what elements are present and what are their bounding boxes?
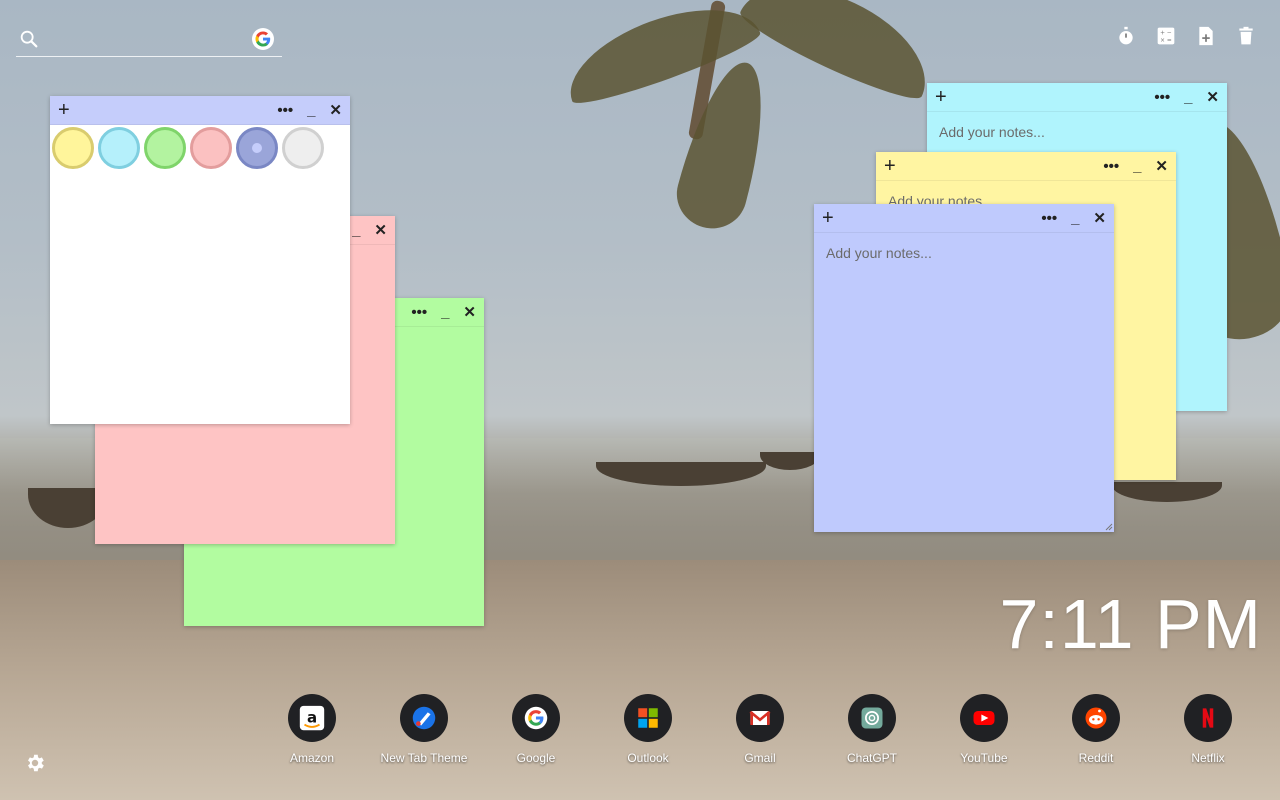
search-icon[interactable] xyxy=(18,28,40,50)
color-swatch-white[interactable] xyxy=(282,127,324,169)
note-controls: ••• _ ✕ xyxy=(1103,152,1168,180)
svg-text:a: a xyxy=(307,709,317,727)
new-note-icon[interactable] xyxy=(1196,24,1216,48)
note-header: + ••• _ ✕ xyxy=(927,83,1227,112)
shortcut-label: Google xyxy=(516,751,556,765)
chatgpt-icon xyxy=(848,694,896,742)
svg-text:+ −: + − xyxy=(1160,30,1172,36)
shortcut-amazon[interactable]: a Amazon xyxy=(256,694,368,765)
note-close-button[interactable]: ✕ xyxy=(1093,209,1106,227)
shortcut-chatgpt[interactable]: ChatGPT xyxy=(816,694,928,765)
color-palette xyxy=(50,125,350,169)
new-tab-theme-icon xyxy=(400,694,448,742)
note-minimize-button[interactable]: _ xyxy=(352,222,360,239)
palm-frond xyxy=(555,0,765,113)
shortcut-netflix[interactable]: Netflix xyxy=(1152,694,1264,765)
svg-text:× =: × = xyxy=(1160,38,1172,44)
color-swatch-blue-selected[interactable] xyxy=(236,127,278,169)
shortcut-label: Gmail xyxy=(744,751,776,765)
search-input[interactable] xyxy=(48,29,252,49)
top-toolbar: + − × = xyxy=(1116,24,1256,48)
note-more-button[interactable]: ••• xyxy=(411,304,427,321)
note-controls: ••• _ ✕ xyxy=(277,96,342,124)
note-textarea[interactable] xyxy=(824,243,1108,517)
settings-gear-icon[interactable] xyxy=(24,752,48,776)
note-minimize-button[interactable]: _ xyxy=(441,304,449,321)
boat xyxy=(1112,482,1222,502)
shortcut-label: YouTube xyxy=(960,751,1008,765)
clock: 7:11 PM xyxy=(999,585,1262,663)
amazon-icon: a xyxy=(288,694,336,742)
add-note-button[interactable]: + xyxy=(822,206,834,230)
note-header: + ••• _ ✕ xyxy=(876,152,1176,181)
note-minimize-button[interactable]: _ xyxy=(1071,210,1079,227)
shortcut-label: Outlook xyxy=(627,751,669,765)
shortcut-label: New Tab Theme xyxy=(380,751,468,765)
gmail-icon xyxy=(736,694,784,742)
note-close-button[interactable]: ✕ xyxy=(1155,157,1168,175)
outlook-icon xyxy=(624,694,672,742)
add-note-button[interactable]: + xyxy=(935,85,947,109)
color-swatch-pink[interactable] xyxy=(190,127,232,169)
google-search-icon[interactable] xyxy=(252,28,274,50)
note-more-button[interactable]: ••• xyxy=(277,102,293,119)
shortcut-reddit[interactable]: Reddit xyxy=(1040,694,1152,765)
note-close-button[interactable]: ✕ xyxy=(329,101,342,119)
note-header: + ••• _ ✕ xyxy=(814,204,1114,233)
youtube-icon xyxy=(960,694,1008,742)
color-swatch-cyan[interactable] xyxy=(98,127,140,169)
calculator-icon[interactable]: + − × = xyxy=(1156,24,1176,48)
netflix-icon xyxy=(1184,694,1232,742)
trash-icon[interactable] xyxy=(1236,24,1256,48)
note-more-button[interactable]: ••• xyxy=(1154,89,1170,106)
note-body xyxy=(814,233,1114,523)
palm-trunk xyxy=(687,0,727,141)
note-minimize-button[interactable]: _ xyxy=(1133,158,1141,175)
note-more-button[interactable]: ••• xyxy=(1041,210,1057,227)
timer-icon[interactable] xyxy=(1116,24,1136,48)
shortcut-outlook[interactable]: Outlook xyxy=(592,694,704,765)
search-bar xyxy=(16,22,282,57)
add-note-button[interactable]: + xyxy=(58,98,70,122)
palm-frond xyxy=(734,0,946,109)
shortcut-label: ChatGPT xyxy=(846,751,897,765)
note-controls: ••• _ ✕ xyxy=(1041,204,1106,232)
shortcut-dock: a Amazon New Tab Theme Google Outlook Gm… xyxy=(256,694,1264,765)
palm-frond xyxy=(669,53,781,237)
shortcut-label: Reddit xyxy=(1078,751,1114,765)
shortcut-youtube[interactable]: YouTube xyxy=(928,694,1040,765)
note-close-button[interactable]: ✕ xyxy=(1206,88,1219,106)
reddit-icon xyxy=(1072,694,1120,742)
boat xyxy=(760,452,820,470)
selected-indicator-icon xyxy=(252,143,262,153)
shortcut-gmail[interactable]: Gmail xyxy=(704,694,816,765)
note-minimize-button[interactable]: _ xyxy=(1184,89,1192,106)
note-minimize-button[interactable]: _ xyxy=(307,102,315,119)
sticky-note-blue[interactable]: + ••• _ ✕ xyxy=(814,204,1114,532)
shortcut-new-tab-theme[interactable]: New Tab Theme xyxy=(368,694,480,765)
boat xyxy=(596,462,766,486)
sticky-note-color-picker[interactable]: + ••• _ ✕ xyxy=(50,96,350,424)
shortcut-google[interactable]: Google xyxy=(480,694,592,765)
shortcut-label: Netflix xyxy=(1191,751,1225,765)
note-controls: ••• _ ✕ xyxy=(411,298,476,326)
note-close-button[interactable]: ✕ xyxy=(374,221,387,239)
note-close-button[interactable]: ✕ xyxy=(463,303,476,321)
resize-handle-icon[interactable] xyxy=(1105,523,1113,531)
note-controls: ••• _ ✕ xyxy=(1154,83,1219,111)
color-swatch-yellow[interactable] xyxy=(52,127,94,169)
add-note-button[interactable]: + xyxy=(884,154,896,178)
note-header: + ••• _ ✕ xyxy=(50,96,350,125)
google-icon xyxy=(512,694,560,742)
color-swatch-green[interactable] xyxy=(144,127,186,169)
shortcut-label: Amazon xyxy=(289,751,335,765)
note-more-button[interactable]: ••• xyxy=(1103,158,1119,175)
